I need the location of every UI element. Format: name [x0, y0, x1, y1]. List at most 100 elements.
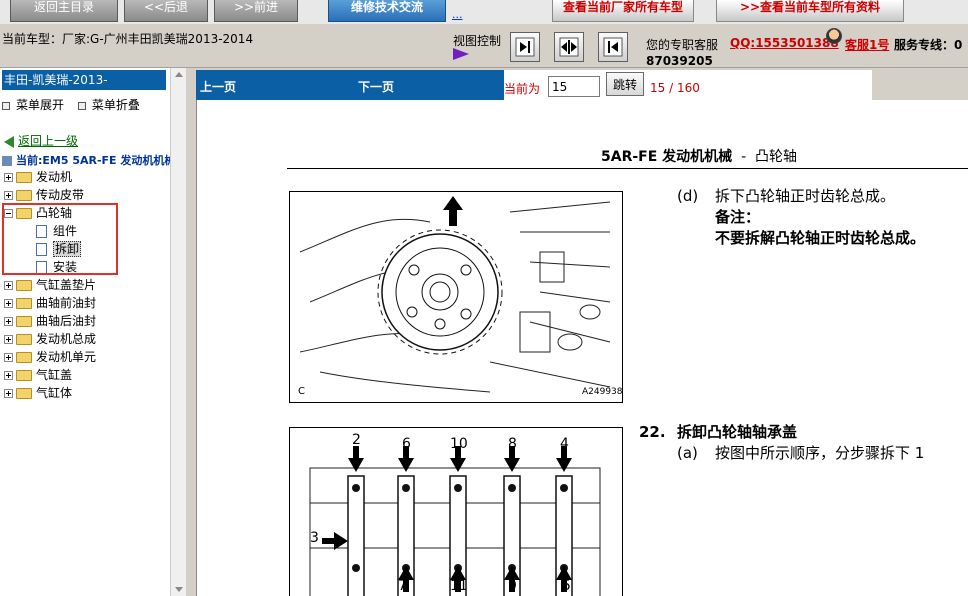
selection-highlight-box [2, 203, 118, 275]
qq-link[interactable]: QQ:1553501388 [730, 36, 839, 50]
timing-gear-illustration [299, 196, 611, 393]
current-page-label: 当前为 [504, 82, 541, 96]
tree-item-cylinder-head[interactable]: 气缸盖 [4, 366, 72, 384]
menu-controls: 菜单展开 菜单折叠 [2, 96, 150, 113]
tree-item-label: 气缸体 [36, 386, 73, 400]
tree-item-label: 气缸盖 [36, 368, 73, 382]
view-expand-left-button[interactable] [598, 32, 628, 62]
tree-item-rear-oil-seal[interactable]: 曲轴后油封 [4, 312, 96, 330]
bolt-order-9: 9 [508, 578, 517, 594]
home-button[interactable]: 返回主目录 [10, 0, 118, 22]
step-22-number: 22. [639, 423, 666, 441]
info-bar: 当前车型：厂家:G-广州丰田凯美瑞2013-2014 视图控制 您的专职客服 Q… [0, 24, 968, 68]
tree-item-label: 传动皮带 [36, 188, 85, 202]
folder-icon [16, 316, 32, 327]
bolt-order-8: 8 [508, 436, 517, 452]
step-22a-label: (a) [677, 444, 698, 462]
hotline-label: 服务专线：0 [894, 38, 963, 52]
expand-plus-icon[interactable] [4, 335, 13, 344]
scroll-down-icon[interactable] [175, 587, 183, 592]
document-page: 5AR-FE 发动机机械 - 凸轮轴 C A249938 2 6 10 8 4 … [196, 100, 968, 596]
expand-plus-icon[interactable] [4, 371, 13, 380]
arrow-right-bar-icon [515, 37, 535, 57]
menu-collapse-label: 菜单折叠 [91, 98, 140, 112]
bolt-order-10: 10 [450, 436, 468, 452]
bolt-order-7: 7 [398, 578, 407, 594]
prev-page-link[interactable]: 上一页 [200, 78, 236, 95]
view-all-model-button[interactable]: >>查看当前车型所有资料 [716, 0, 904, 22]
expand-box-icon [2, 101, 10, 110]
expand-plus-icon[interactable] [4, 173, 13, 182]
jump-button[interactable]: 跳转 [606, 72, 644, 96]
tree-item-label: 气缸盖垫片 [36, 278, 97, 292]
figure-corner-label: C [298, 386, 305, 397]
bearing-caps-illustration [309, 446, 601, 596]
arrow-left-bar-icon [603, 37, 623, 57]
view-split-button[interactable] [554, 32, 584, 62]
folder-icon [16, 280, 32, 291]
current-section: 当前:EM5 5AR-FE 发动机机械 [2, 152, 175, 168]
current-model-text: 当前车型：厂家:G-广州丰田凯美瑞2013-2014 [2, 32, 254, 46]
splitter[interactable] [187, 68, 196, 596]
computer-icon [2, 156, 12, 166]
tree-item-engine-assembly[interactable]: 发动机总成 [4, 330, 96, 348]
agent-link[interactable]: 客服1号 [845, 36, 889, 53]
back-up-link[interactable]: 返回上一级 [4, 132, 78, 149]
tree-item-engine-unit[interactable]: 发动机单元 [4, 348, 96, 366]
scroll-up-icon[interactable] [175, 72, 183, 77]
agent-avatar-icon [826, 28, 842, 44]
expand-plus-icon[interactable] [4, 317, 13, 326]
menu-collapse-button[interactable]: 菜单折叠 [77, 96, 140, 113]
top-navigation: 返回主目录 <<后退 >>前进 维修技术交流 ... 查看当前厂家所有车型 >>… [0, 0, 968, 24]
view-manufacturer-button[interactable]: 查看当前厂家所有车型 [552, 0, 694, 22]
folder-icon [16, 352, 32, 363]
tree-item-head-gasket[interactable]: 气缸盖垫片 [4, 276, 96, 294]
bolt-order-11: 11 [450, 578, 468, 594]
note-label: 备注： [715, 208, 761, 226]
back-up-label: 返回上一级 [18, 134, 79, 148]
split-arrows-icon [559, 37, 579, 57]
back-button[interactable]: <<后退 [124, 0, 208, 22]
note-text: 不要拆解凸轮轴正时齿轮总成。 [715, 229, 926, 247]
step-22-title: 拆卸凸轮轴轴承盖 [677, 423, 798, 441]
view-control-arrow-icon [453, 48, 469, 60]
next-page-link[interactable]: 下一页 [358, 78, 394, 95]
page-count: 15 / 160 [650, 81, 700, 95]
forward-button[interactable]: >>前进 [214, 0, 298, 22]
step-d-label: (d) [677, 187, 699, 205]
bolt-order-2: 2 [352, 432, 361, 448]
collapse-box-icon [77, 101, 86, 110]
forum-more-link[interactable]: ... [452, 8, 463, 21]
hotline-number: 87039205 [646, 54, 713, 68]
expand-plus-icon[interactable] [4, 353, 13, 362]
view-expand-right-button[interactable] [510, 32, 540, 62]
tree-item-front-oil-seal[interactable]: 曲轴前油封 [4, 294, 96, 312]
expand-plus-icon[interactable] [4, 299, 13, 308]
removal-arrow-icon [443, 196, 463, 226]
expand-plus-icon[interactable] [4, 191, 13, 200]
tree-item-label: 曲轴前油封 [36, 296, 97, 310]
page-number-input[interactable] [548, 76, 600, 97]
back-arrow-icon [4, 135, 14, 148]
tree-item-engine[interactable]: 发动机 [4, 168, 72, 186]
step-d-text: 拆下凸轮轴正时齿轮总成。 [715, 187, 896, 205]
step-22a-text: 按图中所示顺序，分步骤拆下 1 [715, 444, 925, 462]
expand-plus-icon[interactable] [4, 281, 13, 290]
figure-bearing-caps: 2 6 10 8 4 3 7 11 9 5 [289, 427, 623, 596]
tree-item-drive-belt[interactable]: 传动皮带 [4, 186, 84, 204]
forum-button[interactable]: 维修技术交流 [328, 0, 446, 22]
menu-expand-label: 菜单展开 [16, 98, 65, 112]
tree-item-cylinder-block[interactable]: 气缸体 [4, 384, 72, 402]
expand-plus-icon[interactable] [4, 389, 13, 398]
tree-item-label: 曲轴后油封 [36, 314, 97, 328]
service-label: 您的专职客服 [646, 38, 719, 52]
folder-icon [16, 172, 32, 183]
bolt-order-5: 5 [562, 578, 571, 594]
folder-icon [16, 190, 32, 201]
menu-expand-button[interactable]: 菜单展开 [2, 96, 64, 113]
sidebar-scrollbar[interactable] [170, 68, 186, 596]
view-control-label: 视图控制 [453, 34, 502, 48]
sidebar-header: 丰田-凯美瑞-2013- [2, 70, 166, 90]
title-rule [287, 168, 968, 169]
folder-icon [16, 388, 32, 399]
